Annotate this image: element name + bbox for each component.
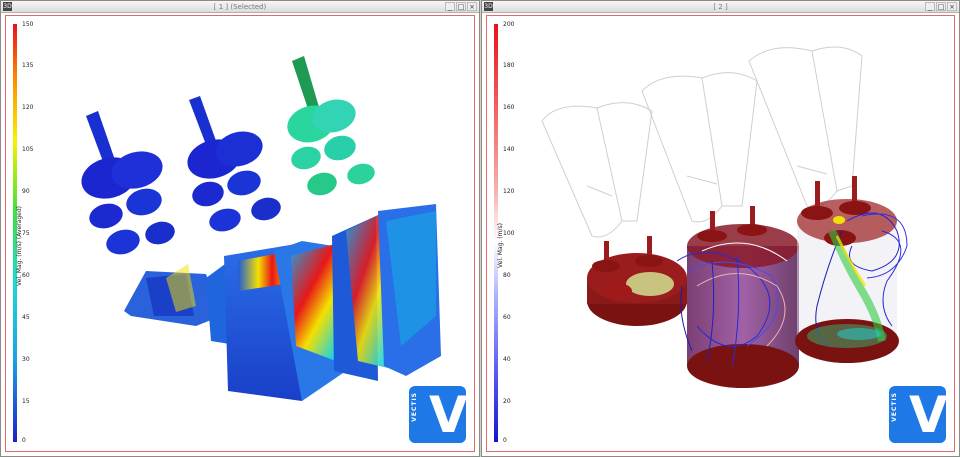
- maximize-button[interactable]: □: [456, 2, 466, 11]
- left-window-titlebar[interactable]: 3D [ 1 ] (Selected) _ □ ×: [1, 1, 479, 13]
- minimize-button[interactable]: _: [925, 2, 935, 11]
- vectis-logo: VECTIS V: [889, 386, 946, 443]
- port-section-group-2: [187, 96, 281, 232]
- left-window-title: [ 1 ] (Selected): [213, 3, 267, 11]
- right-window-title: [ 2 ]: [713, 3, 728, 11]
- vectis-logo: VECTIS V: [409, 386, 466, 443]
- close-button[interactable]: ×: [467, 2, 477, 11]
- port-section-group-3: [287, 56, 375, 196]
- right-window-titlebar[interactable]: 3D [ 2 ] _ □ ×: [482, 1, 959, 13]
- right-viewer-window: 3D [ 2 ] _ □ × 200 180 160 140 120 100 8…: [481, 0, 960, 457]
- close-button[interactable]: ×: [947, 2, 957, 11]
- right-3d-viewport[interactable]: 200 180 160 140 120 100 80 60 40 20 0 Ve…: [486, 15, 955, 452]
- left-3d-viewport[interactable]: 150 135 120 105 90 75 60 45 30 15 0 Vel.…: [5, 15, 475, 452]
- maximize-button[interactable]: □: [936, 2, 946, 11]
- right-window-controls: _ □ ×: [925, 2, 957, 11]
- left-window-controls: _ □ ×: [445, 2, 477, 11]
- minimize-button[interactable]: _: [445, 2, 455, 11]
- cylinder-1: [587, 236, 687, 326]
- left-viewer-window: 3D [ 1 ] (Selected) _ □ × 150 135 120 10…: [0, 0, 480, 457]
- right-cfd-scene: [541, 46, 908, 388]
- left-cfd-scene: [81, 56, 441, 401]
- port-section-group-1: [81, 111, 175, 255]
